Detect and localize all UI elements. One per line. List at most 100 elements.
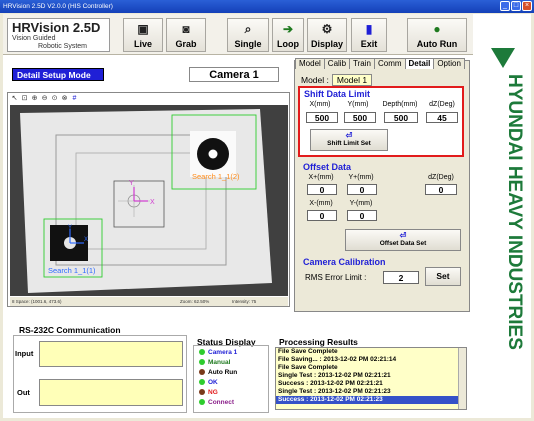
center-axis-x: X <box>150 199 155 206</box>
offset-dz-input[interactable]: 0 <box>425 184 457 195</box>
video-camera-icon: ▣ <box>137 22 149 36</box>
shift-y-input[interactable]: 500 <box>344 112 376 123</box>
shift-x-input[interactable]: 500 <box>306 112 338 123</box>
shift-dz-input[interactable]: 45 <box>426 112 458 123</box>
offset-yminus-label: Y-(mm) <box>349 200 373 207</box>
camera-icon: ◙ <box>182 22 190 36</box>
status-led-icon <box>199 359 205 366</box>
brand-line1: Vision Guided <box>12 35 56 42</box>
search-region-1-label: Search 1_1(1) <box>48 266 96 275</box>
exit-button[interactable]: ▮ Exit <box>351 18 387 52</box>
center-axis-y: Y <box>129 180 134 187</box>
set-icon: ⏎ <box>399 231 407 240</box>
status-camera1: Camera 1 <box>199 349 237 356</box>
camera-title: Camera 1 <box>189 67 279 82</box>
image-viewer: ↖ ⊡ ⊕ ⊖ ⊙ ⊗ # Y X Search 1_1(2) Y X Sear… <box>7 92 290 307</box>
rms-error-label: RMS Error Limit : <box>305 273 367 282</box>
rms-error-input[interactable]: 2 <box>383 271 419 284</box>
status-ok: OK <box>199 379 218 386</box>
offset-yplus-label: Y+(mm) <box>348 174 374 181</box>
offset-yplus-input[interactable]: 0 <box>347 184 377 195</box>
search-region-2-label: Search 1_1(2) <box>192 172 240 181</box>
shift-x-label: X(mm) <box>309 101 331 108</box>
window-titlebar: HRVision 2.5D V2.0.0 (HIS Controller) _ … <box>0 0 534 13</box>
window-title: HRVision 2.5D V2.0.0 (HIS Controller) <box>3 3 113 10</box>
loop-button[interactable]: ➔ Loop <box>272 18 304 52</box>
results-scrollbar[interactable] <box>458 348 466 409</box>
offset-xminus-label: X-(mm) <box>309 200 333 207</box>
svg-text:X: X <box>84 237 88 243</box>
setup-bar: Detail Setup Mode Camera 1 <box>3 58 290 88</box>
viewer-statusbar: 8 Space: (1001.6, 473.6) Zoom: 62.50% In… <box>10 297 288 306</box>
pointer-icon[interactable]: ↖ <box>10 94 19 103</box>
set-icon: ⏎ <box>345 131 353 140</box>
status-led-icon <box>199 369 205 376</box>
live-button[interactable]: ▣ Live <box>123 18 163 52</box>
offset-xminus-input[interactable]: 0 <box>307 210 337 221</box>
tab-detail[interactable]: Detail <box>404 58 435 69</box>
tab-calib[interactable]: Calib <box>323 58 351 69</box>
processing-results-title: Processing Results <box>279 337 358 347</box>
gear-icon: ⚙ <box>321 22 333 36</box>
tab-train[interactable]: Train <box>349 58 375 69</box>
list-item: Single Test : 2013-12-02 PM 02:21:23 <box>278 388 391 395</box>
offset-data-title: Offset Data <box>303 162 352 172</box>
zoom-area-icon[interactable]: ⊗ <box>60 94 69 103</box>
app-window: HRVision 2.5D Vision Guided Robotic Syst… <box>3 14 531 418</box>
shift-depth-input[interactable]: 500 <box>384 112 418 123</box>
offset-yminus-input[interactable]: 0 <box>347 210 377 221</box>
display-button[interactable]: ⚙ Display <box>307 18 347 52</box>
auto-run-button[interactable]: ● Auto Run <box>407 18 467 52</box>
zoom-fit-icon[interactable]: ⊡ <box>20 94 29 103</box>
rs232-input-label: Input <box>15 349 34 358</box>
brand-name: HRVision 2.5D <box>12 20 101 35</box>
calibration-set-button[interactable]: Set <box>425 267 461 286</box>
shift-limit-title: Shift Data Limit <box>304 89 371 99</box>
tab-option[interactable]: Option <box>433 58 465 69</box>
status-ng: NG <box>199 389 218 396</box>
status-manual: Manual <box>199 359 230 366</box>
grab-button[interactable]: ◙ Grab <box>166 18 206 52</box>
list-item: File Save Complete <box>278 348 338 355</box>
company-logo: HYUNDAI HEAVY INDUSTRIES <box>479 42 527 382</box>
list-item: Success : 2013-12-02 PM 02:21:21 <box>278 380 383 387</box>
single-button[interactable]: ⌕ Single <box>227 18 269 52</box>
shift-y-label: Y(mm) <box>347 101 369 108</box>
offset-xplus-label: X+(mm) <box>308 174 334 181</box>
model-row: Model : Model 1 <box>301 74 373 86</box>
maximize-icon[interactable]: □ <box>511 1 521 11</box>
svg-text:Y: Y <box>68 225 72 231</box>
model-label: Model : <box>301 75 329 85</box>
viewer-toolbar: ↖ ⊡ ⊕ ⊖ ⊙ ⊗ # <box>10 94 79 104</box>
tab-comm[interactable]: Comm <box>373 58 406 69</box>
close-icon[interactable]: × <box>522 1 532 11</box>
status-connect: Connect <box>199 399 234 406</box>
minimize-icon[interactable]: _ <box>500 1 510 11</box>
shift-limit-set-button[interactable]: ⏎ Shift Limit Set <box>310 129 388 151</box>
list-item: Single Test : 2013-12-02 PM 02:21:21 <box>278 372 391 379</box>
rs232-output-field[interactable] <box>39 379 183 406</box>
offset-data-set-button[interactable]: ⏎ Offset Data Set <box>345 229 461 251</box>
camera-image[interactable]: Y X Search 1_1(2) Y X Search 1_1(1) <box>10 105 288 296</box>
rs232-title: RS-232C Communication <box>19 325 121 335</box>
model-value: Model 1 <box>331 74 373 86</box>
status-intensity: Intensity: 75 <box>232 299 257 304</box>
list-item-selected: Success : 2013-12-02 PM 02:21:23 <box>276 396 466 404</box>
toolbar: HRVision 2.5D Vision Guided Robotic Syst… <box>3 14 473 55</box>
bottom-panel: RS-232C Communication Input Out Status D… <box>3 319 473 416</box>
rs232-output-label: Out <box>17 388 30 397</box>
logo-triangle-icon <box>491 48 515 68</box>
offset-xplus-input[interactable]: 0 <box>307 184 337 195</box>
detail-setup-mode-label: Detail Setup Mode <box>12 68 104 81</box>
play-icon: ● <box>433 22 441 36</box>
tab-model[interactable]: Model <box>295 58 325 69</box>
grid-icon[interactable]: # <box>70 94 79 103</box>
zoom-reset-icon[interactable]: ⊙ <box>50 94 59 103</box>
offset-dz-label: dZ(Deg) <box>428 174 454 181</box>
rs232-input-field[interactable] <box>39 341 183 367</box>
zoom-out-icon[interactable]: ⊖ <box>40 94 49 103</box>
shift-depth-label: Depth(mm) <box>382 101 418 108</box>
zoom-in-icon[interactable]: ⊕ <box>30 94 39 103</box>
processing-results-list[interactable]: File Save Complete File Saving... : 2013… <box>275 347 467 410</box>
camera-calibration-title: Camera Calibration <box>303 257 386 267</box>
